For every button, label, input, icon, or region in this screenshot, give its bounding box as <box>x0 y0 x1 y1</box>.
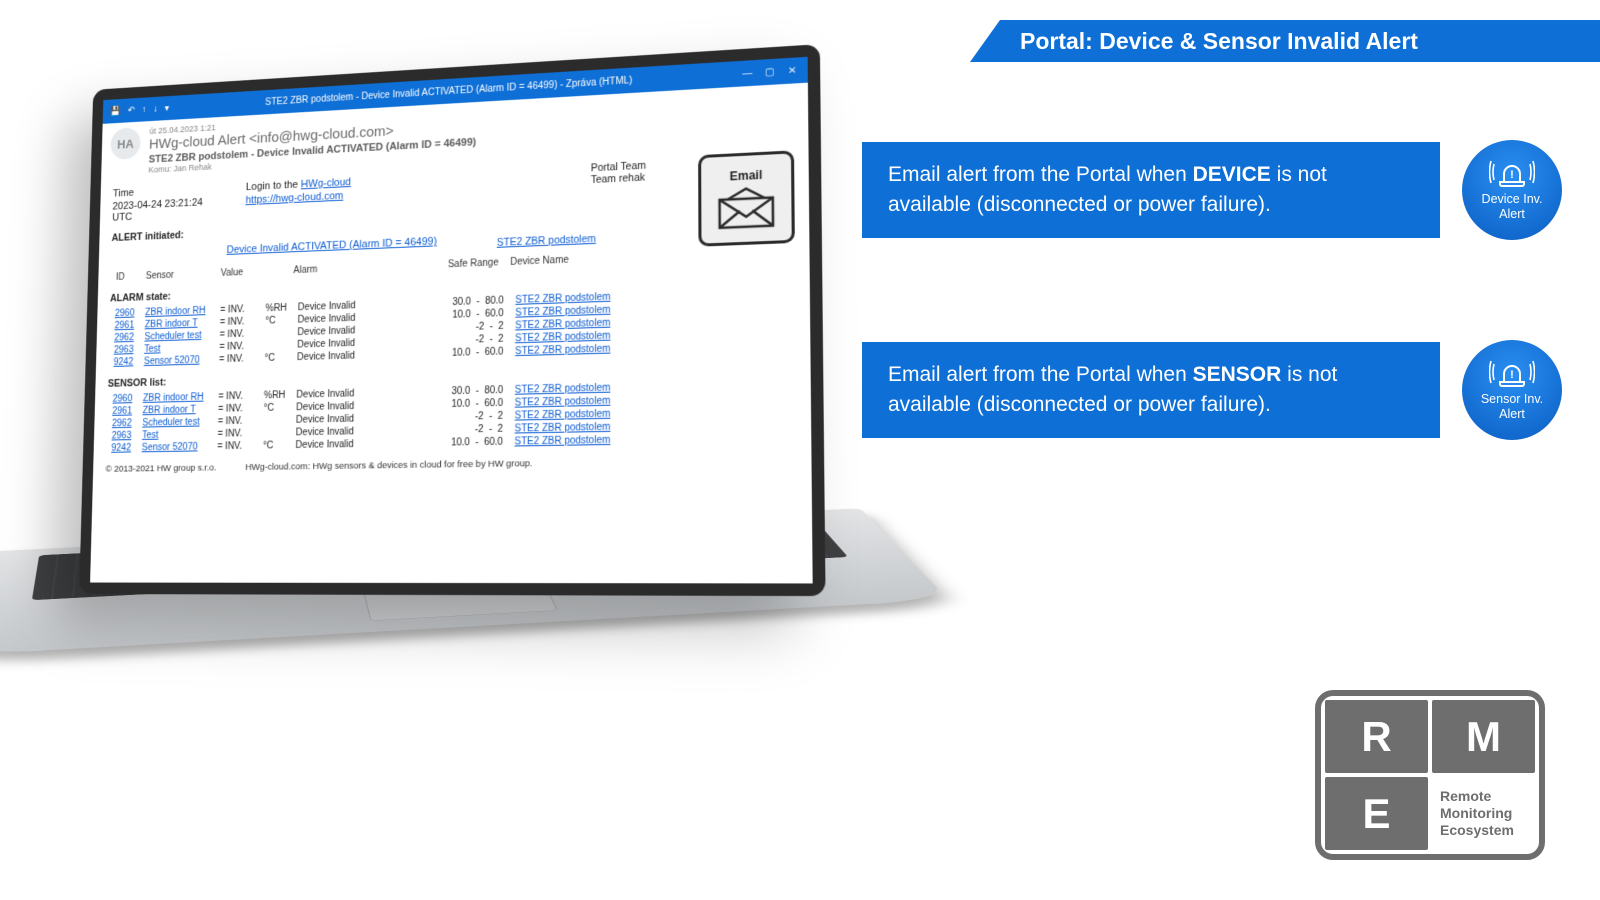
sensor-name-link[interactable]: Sensor 52070 <box>142 442 198 453</box>
sensor-id-link[interactable]: 2963 <box>114 345 134 356</box>
sensor-name-link[interactable]: ZBR indoor RH <box>145 306 206 318</box>
save-icon[interactable]: 💾 <box>110 106 121 117</box>
message-body: Email Portal Team Team rehak Time Login … <box>93 148 812 483</box>
window-close-icon[interactable]: ✕ <box>785 65 799 77</box>
sensor-id-link[interactable]: 2962 <box>112 418 132 429</box>
sensor-name-link[interactable]: ZBR indoor T <box>145 318 198 330</box>
laptop-screen-bezel: 💾 ↶ ↑ ↓ ▾ STE2 ZBR podstolem - Device In… <box>79 44 825 596</box>
sensor-name-link[interactable]: ZBR indoor RH <box>143 392 204 404</box>
to-value: Jan Rehak <box>173 162 211 173</box>
page-title-banner: Portal: Device & Sensor Invalid Alert <box>970 20 1600 62</box>
sensor-name-link[interactable]: Sensor 52070 <box>144 355 200 367</box>
email-envelope-icon: Email <box>698 150 795 246</box>
toolbar-icon[interactable]: ↑ <box>142 104 147 114</box>
rme-e: E <box>1325 777 1428 850</box>
window-minimize-icon[interactable]: ― <box>740 67 754 79</box>
svg-text:!: ! <box>1510 169 1514 181</box>
sensor-id-link[interactable]: 9242 <box>114 357 134 368</box>
rme-logo: R M E Remote Monitoring Ecosystem <box>1315 690 1545 860</box>
login-label: Login to the <box>246 179 301 193</box>
login-cloud-link[interactable]: HWg-cloud <box>301 176 351 190</box>
callout-sensor-invalid: Email alert from the Portal when SENSOR … <box>862 330 1562 450</box>
device-name-link[interactable]: STE2 ZBR podstolem <box>515 422 611 435</box>
sensor-name-link[interactable]: Test <box>144 344 161 355</box>
rme-text: Remote Monitoring Ecosystem <box>1432 777 1535 850</box>
sensor-id-link[interactable]: 2963 <box>112 431 132 442</box>
sensor-name-link[interactable]: Scheduler test <box>144 330 201 342</box>
svg-text:!: ! <box>1510 369 1514 381</box>
sensor-name-link[interactable]: Scheduler test <box>142 417 200 429</box>
sensor-id-link[interactable]: 2962 <box>114 332 134 343</box>
cloud-url-link[interactable]: https://hwg-cloud.com <box>246 190 344 206</box>
sensor-name-link[interactable]: Test <box>142 430 159 441</box>
sensor-name-link[interactable]: ZBR indoor T <box>143 405 196 417</box>
page-title: Portal: Device & Sensor Invalid Alert <box>1020 28 1418 55</box>
device-name-link[interactable]: STE2 ZBR podstolem <box>515 344 610 358</box>
siren-icon: ! <box>1489 158 1535 188</box>
device-name-link[interactable]: STE2 ZBR podstolem <box>515 409 611 422</box>
sensor-invalid-alert-icon: ! Sensor Inv. Alert <box>1462 340 1562 440</box>
email-footer: © 2013-2021 HW group s.r.o. HWg-cloud.co… <box>105 454 796 474</box>
sensor-id-link[interactable]: 2960 <box>113 394 133 405</box>
sensor-id-link[interactable]: 2961 <box>114 320 134 331</box>
window-maximize-icon[interactable]: ▢ <box>763 66 777 78</box>
sensor-id-link[interactable]: 2960 <box>115 308 135 319</box>
email-client-window: 💾 ↶ ↑ ↓ ▾ STE2 ZBR podstolem - Device In… <box>90 57 813 584</box>
rme-m: M <box>1432 700 1535 773</box>
callout-device-invalid: Email alert from the Portal when DEVICE … <box>862 130 1562 250</box>
siren-icon: ! <box>1489 358 1535 388</box>
avatar: HA <box>110 127 140 160</box>
sensor-id-link[interactable]: 9242 <box>111 443 131 454</box>
callout-text: Email alert from the Portal when DEVICE … <box>862 142 1440 239</box>
device-name-link[interactable]: STE2 ZBR podstolem <box>515 435 611 448</box>
portal-team-info: Portal Team Team rehak <box>591 160 646 186</box>
device-name-link[interactable]: STE2 ZBR podstolem <box>515 383 611 396</box>
callout-text: Email alert from the Portal when SENSOR … <box>862 342 1440 439</box>
to-label: Komu: <box>148 164 171 174</box>
sensor-list-table: 2960ZBR indoor RH= INV.%RHDevice Invalid… <box>106 377 797 454</box>
toolbar-icon[interactable]: ↓ <box>153 104 158 114</box>
time-value: 2023-04-24 23:21:24 UTC <box>112 197 210 224</box>
laptop-mockup: 💾 ↶ ↑ ↓ ▾ STE2 ZBR podstolem - Device In… <box>50 55 870 815</box>
toolbar-icon[interactable]: ↶ <box>128 105 136 116</box>
toolbar-icon[interactable]: ▾ <box>165 103 170 113</box>
rme-r: R <box>1325 700 1428 773</box>
sensor-id-link[interactable]: 2961 <box>112 406 132 417</box>
device-invalid-alert-icon: ! Device Inv. Alert <box>1462 140 1562 240</box>
device-name-link[interactable]: STE2 ZBR podstolem <box>515 396 611 409</box>
